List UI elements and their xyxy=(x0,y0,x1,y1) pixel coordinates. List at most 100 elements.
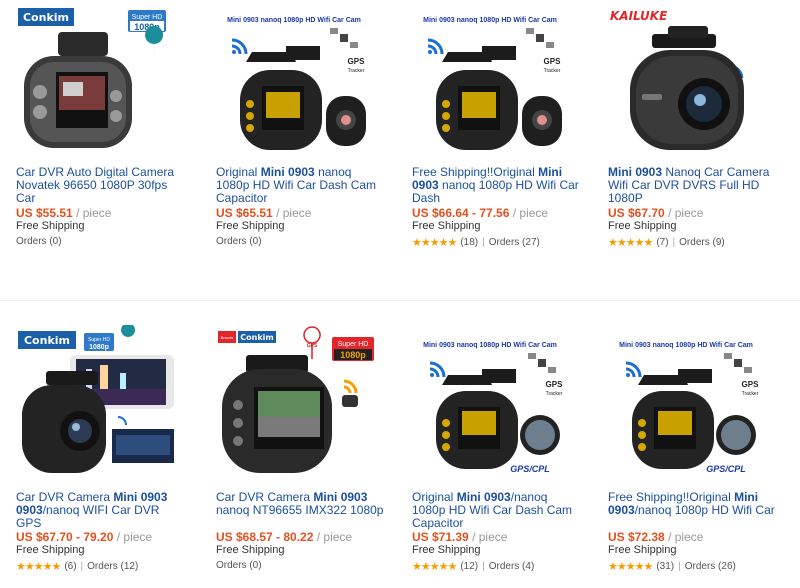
product-title[interactable]: Mini 0903 Nanoq Car Camera Wifi Car DVR … xyxy=(608,166,780,205)
product-price: US $71.39 / piece xyxy=(412,530,508,544)
product-price: US $65.51 / piece xyxy=(216,206,312,220)
shipping-label: Free Shipping xyxy=(16,220,85,232)
review-count[interactable]: (31) xyxy=(656,561,674,572)
product-image[interactable]: Mini 0903 nanoq 1080p HD Wifi Car Cam GP… xyxy=(412,325,572,475)
svg-text:GPS: GPS xyxy=(742,380,760,389)
wifi-icon xyxy=(117,416,127,426)
svg-text:Tracker: Tracker xyxy=(544,68,561,74)
product-card[interactable]: Conkim Super HD 1080p GPS Car DVR Camera… xyxy=(0,325,180,588)
svg-text:GPS: GPS xyxy=(544,57,562,66)
product-image[interactable]: Mini 0903 nanoq 1080p HD Wifi Car Cam GP… xyxy=(412,12,572,162)
satellite-icon xyxy=(330,28,358,48)
product-title[interactable]: Car DVR Auto Digital Camera Novatek 9665… xyxy=(16,166,188,205)
separator: | xyxy=(482,561,485,572)
product-card[interactable]: Mini 0903 nanoq 1080p HD Wifi Car Cam GP… xyxy=(592,325,775,588)
separator: | xyxy=(678,561,681,572)
product-meta: Orders (0) xyxy=(216,560,262,571)
svg-text:Brands: Brands xyxy=(221,335,234,340)
gps-pin-icon: GPS xyxy=(148,45,161,51)
shipping-label: Free Shipping xyxy=(608,220,677,232)
svg-text:GPS: GPS xyxy=(348,57,366,66)
product-price: US $67.70 / piece xyxy=(608,206,704,220)
svg-text:Super HD: Super HD xyxy=(88,337,110,343)
brand-logo: Conkim xyxy=(24,334,70,347)
shipping-label: Free Shipping xyxy=(16,544,85,556)
product-title[interactable]: Free Shipping!!Original Mini 0903/nanoq … xyxy=(608,491,780,517)
satellite-icon xyxy=(724,353,752,373)
product-card[interactable]: Mini 0903 nanoq 1080p HD Wifi Car Cam GP… xyxy=(200,0,380,260)
product-image[interactable]: Conkim Super HD 1080p GPS xyxy=(16,325,176,475)
review-count[interactable]: (7) xyxy=(656,237,668,248)
product-card[interactable]: Mini 0903 nanoq 1080p HD Wifi Car Cam GP… xyxy=(396,325,576,588)
product-title[interactable]: Original Mini 0903/nanoq 1080p HD Wifi C… xyxy=(412,491,584,530)
orders-link[interactable]: Orders (4) xyxy=(489,561,535,572)
product-banner-text: Mini 0903 nanoq 1080p HD Wifi Car Cam xyxy=(423,342,557,349)
product-title[interactable]: Original Mini 0903 nanoq 1080p HD Wifi C… xyxy=(216,166,388,205)
row-divider xyxy=(0,300,800,301)
brand-logo: Conkim xyxy=(240,333,273,342)
orders-link[interactable]: Orders (0) xyxy=(216,236,262,247)
product-title[interactable]: Car DVR Camera Mini 0903 0903/nanoq WIFI … xyxy=(16,491,188,530)
product-card[interactable]: Brands Conkim GPS Super HD 1080p Car DVR… xyxy=(200,325,383,588)
product-title[interactable]: Car DVR Camera Mini 0903 nanoq NT96655 I… xyxy=(216,491,388,517)
orders-link[interactable]: Orders (27) xyxy=(489,237,540,248)
product-meta: ★★★★★ (12) | Orders (4) xyxy=(412,560,534,573)
rating-stars[interactable]: ★★★★★ xyxy=(608,560,653,573)
gps-pin-icon: GPS xyxy=(124,337,133,342)
product-banner-text: Mini 0903 nanoq 1080p HD Wifi Car Cam xyxy=(619,342,753,349)
svg-text:GPS/CPL: GPS/CPL xyxy=(510,464,550,474)
svg-text:GPS: GPS xyxy=(546,380,564,389)
product-price: US $55.51 / piece xyxy=(16,206,112,220)
orders-link[interactable]: Orders (9) xyxy=(679,237,725,248)
orders-link[interactable]: Orders (12) xyxy=(87,561,138,572)
separator: | xyxy=(672,237,676,248)
product-image[interactable]: Brands Conkim GPS Super HD 1080p xyxy=(216,325,376,475)
orders-link[interactable]: Orders (26) xyxy=(685,561,736,572)
svg-text:GPS/CPL: GPS/CPL xyxy=(706,464,746,474)
product-image[interactable]: Mini 0903 nanoq 1080p HD Wifi Car Cam GP… xyxy=(216,12,376,162)
product-price: US $68.57 - 80.22 / piece xyxy=(216,530,353,544)
svg-text:1080p: 1080p xyxy=(89,344,109,351)
review-count[interactable]: (18) xyxy=(460,237,478,248)
review-count[interactable]: (6) xyxy=(64,561,76,572)
product-meta: ★★★★★ (31) | Orders (26) xyxy=(608,560,736,573)
product-card[interactable]: Conkim Super HD 1080p GPS Car DVR Auto D… xyxy=(0,0,180,260)
product-image[interactable]: Conkim Super HD 1080p GPS xyxy=(16,6,176,156)
product-banner-text: Mini 0903 nanoq 1080p HD Wifi Car Cam xyxy=(423,17,557,24)
review-count[interactable]: (12) xyxy=(460,561,478,572)
separator: | xyxy=(482,237,485,248)
product-meta: ★★★★★ (6) | Orders (12) xyxy=(16,560,138,573)
rating-stars[interactable]: ★★★★★ xyxy=(412,236,457,249)
separator: | xyxy=(80,561,84,572)
shipping-label: Free Shipping xyxy=(608,544,677,556)
product-meta: ★★★★★ (7) | Orders (9) xyxy=(608,236,725,249)
shipping-label: Free Shipping xyxy=(216,544,285,556)
orders-link[interactable]: Orders (0) xyxy=(216,560,262,571)
product-banner-text: Mini 0903 nanoq 1080p HD Wifi Car Cam xyxy=(227,17,361,24)
svg-text:Tracker: Tracker xyxy=(348,68,365,74)
rating-stars[interactable]: ★★★★★ xyxy=(412,560,457,573)
product-meta: Orders (0) xyxy=(216,236,262,247)
product-grid: Conkim Super HD 1080p GPS Car DVR Auto D… xyxy=(0,0,800,588)
brand-logo: Conkim xyxy=(23,11,69,24)
svg-text:1080p: 1080p xyxy=(340,350,366,360)
product-card[interactable]: KAILUKE Mini 0903 Nanoq Car Camera Wifi … xyxy=(592,0,772,260)
brand-logo: KAILUKE xyxy=(610,9,668,23)
product-image[interactable]: Mini 0903 nanoq 1080p HD Wifi Car Cam GP… xyxy=(608,325,768,475)
product-card[interactable]: Mini 0903 nanoq 1080p HD Wifi Car Cam GP… xyxy=(396,0,579,260)
svg-text:Super HD: Super HD xyxy=(132,14,163,21)
product-meta: ★★★★★ (18) | Orders (27) xyxy=(412,236,540,249)
orders-link[interactable]: Orders (0) xyxy=(16,236,62,247)
svg-text:Super HD: Super HD xyxy=(338,341,369,348)
product-price: US $67.70 - 79.20 / piece xyxy=(16,530,153,544)
rating-stars[interactable]: ★★★★★ xyxy=(16,560,61,573)
product-price: US $66.64 - 77.56 / piece xyxy=(412,206,549,220)
shipping-label: Free Shipping xyxy=(216,220,285,232)
product-price: US $72.38 / piece xyxy=(608,530,704,544)
product-image[interactable]: KAILUKE xyxy=(608,6,768,156)
product-title[interactable]: Free Shipping!!Original Mini 0903 nanoq … xyxy=(412,166,584,205)
shipping-label: Free Shipping xyxy=(412,544,481,556)
svg-text:Tracker: Tracker xyxy=(742,391,759,397)
rating-stars[interactable]: ★★★★★ xyxy=(608,236,653,249)
gps-pin-icon: GPS xyxy=(307,343,318,349)
